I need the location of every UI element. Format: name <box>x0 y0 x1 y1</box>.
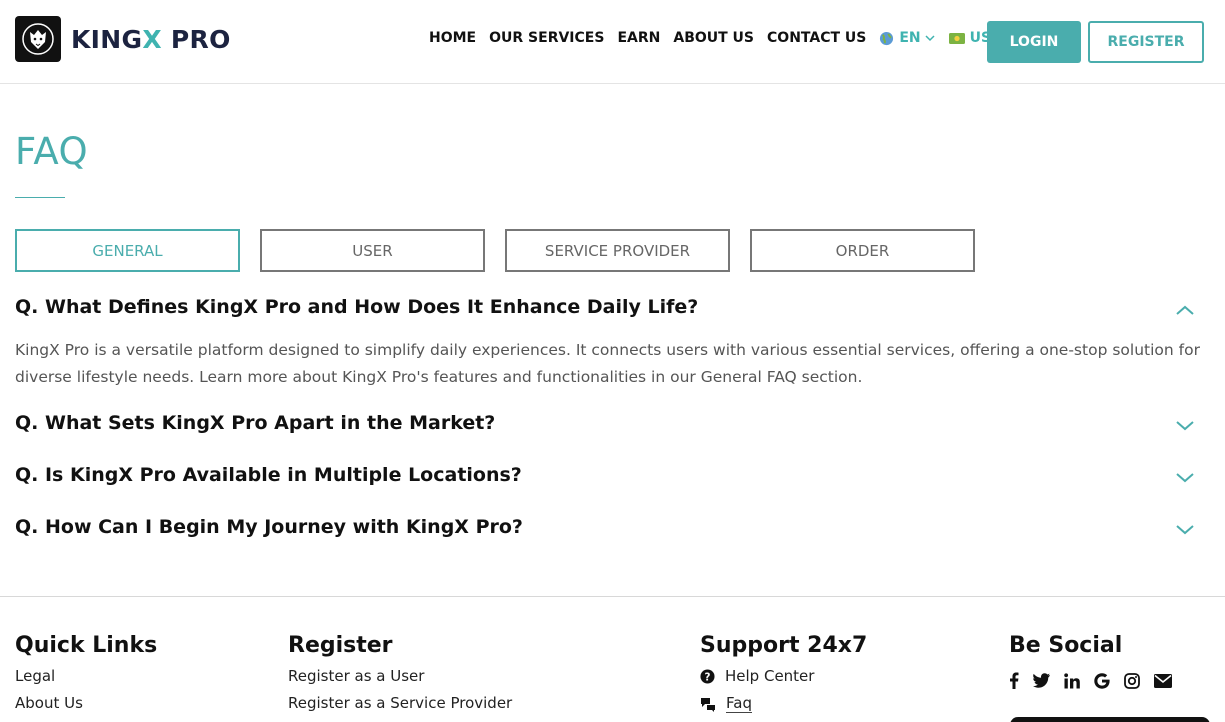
title-underline <box>15 197 65 198</box>
tab-service-provider[interactable]: SERVICE PROVIDER <box>505 229 730 272</box>
faq-chat-icon <box>701 697 715 712</box>
site-header: KINGX PRO HOME OUR SERVICES EARN ABOUT U… <box>0 0 1225 84</box>
question-text: Q. What Defines KingX Pro and How Does I… <box>15 296 699 318</box>
tab-order[interactable]: ORDER <box>750 229 975 272</box>
footer-quick-links: Quick Links Legal About Us <box>15 633 157 712</box>
footer-heading: Support 24x7 <box>700 633 868 658</box>
social-icons <box>1009 672 1186 689</box>
footer-link-register-user[interactable]: Register as a User <box>288 667 512 685</box>
login-button[interactable]: LOGIN <box>987 21 1081 63</box>
email-icon[interactable] <box>1154 673 1172 688</box>
question-text: Q. What Sets KingX Pro Apart in the Mark… <box>15 412 496 434</box>
google-icon[interactable] <box>1094 672 1110 689</box>
faq-question-2[interactable]: Q. What Sets KingX Pro Apart in the Mark… <box>15 412 1210 434</box>
footer-social: Be Social <box>1009 633 1186 689</box>
footer-link-faq[interactable]: Faq <box>700 694 867 713</box>
money-icon <box>948 32 965 44</box>
footer-link-register-provider[interactable]: Register as a Service Provider <box>288 694 512 712</box>
chevron-down-icon <box>1176 421 1194 431</box>
lion-logo-icon <box>15 16 61 62</box>
linkedin-icon[interactable] <box>1064 672 1080 689</box>
footer-heading: Be Social <box>1009 633 1123 658</box>
tab-user[interactable]: USER <box>260 229 485 272</box>
footer-support: Support 24x7 ? Help Center Faq <box>700 633 867 713</box>
faq-question-3[interactable]: Q. Is KingX Pro Available in Multiple Lo… <box>15 464 1210 486</box>
question-circle-icon: ? <box>700 668 715 684</box>
question-text: Q. Is KingX Pro Available in Multiple Lo… <box>15 464 522 486</box>
facebook-icon[interactable] <box>1009 672 1019 689</box>
page-title: FAQ <box>15 130 89 173</box>
footer-heading: Quick Links <box>15 633 158 658</box>
brand-logo[interactable]: KINGX PRO <box>15 16 231 62</box>
nav-home[interactable]: HOME <box>429 30 476 46</box>
nav-about-us[interactable]: ABOUT US <box>673 30 754 46</box>
faq-question-4[interactable]: Q. How Can I Begin My Journey with KingX… <box>15 516 1210 538</box>
faq-answer-1: KingX Pro is a versatile platform design… <box>15 341 1200 386</box>
language-selector[interactable]: EN <box>879 30 935 46</box>
register-button[interactable]: REGISTER <box>1088 21 1204 63</box>
chevron-down-icon <box>1176 473 1194 483</box>
chevron-down-icon <box>1176 525 1194 535</box>
brand-name: KINGX PRO <box>71 24 231 54</box>
nav-contact-us[interactable]: CONTACT US <box>767 30 866 46</box>
site-footer: Quick Links Legal About Us Register Regi… <box>0 596 1225 722</box>
footer-link-legal[interactable]: Legal <box>15 667 157 685</box>
twitter-icon[interactable] <box>1033 673 1050 688</box>
faq-tabs: GENERAL USER SERVICE PROVIDER ORDER <box>15 229 995 272</box>
footer-register: Register Register as a User Register as … <box>288 633 512 712</box>
svg-text:?: ? <box>705 671 711 683</box>
main-nav: HOME OUR SERVICES EARN ABOUT US CONTACT … <box>429 30 1031 46</box>
question-text: Q. How Can I Begin My Journey with KingX… <box>15 516 523 538</box>
tab-general[interactable]: GENERAL <box>15 229 240 272</box>
app-store-badge[interactable] <box>1010 717 1210 722</box>
footer-link-about-us[interactable]: About Us <box>15 694 157 712</box>
chevron-down-icon <box>925 34 935 41</box>
nav-our-services[interactable]: OUR SERVICES <box>489 30 604 46</box>
globe-icon <box>880 31 894 45</box>
footer-link-help-center[interactable]: ? Help Center <box>700 667 867 685</box>
footer-heading: Register <box>288 633 393 658</box>
language-value: EN <box>899 30 921 46</box>
nav-earn[interactable]: EARN <box>617 30 660 46</box>
faq-question-1[interactable]: Q. What Defines KingX Pro and How Does I… <box>15 296 1210 318</box>
instagram-icon[interactable] <box>1124 672 1140 689</box>
chevron-up-icon <box>1176 305 1194 315</box>
